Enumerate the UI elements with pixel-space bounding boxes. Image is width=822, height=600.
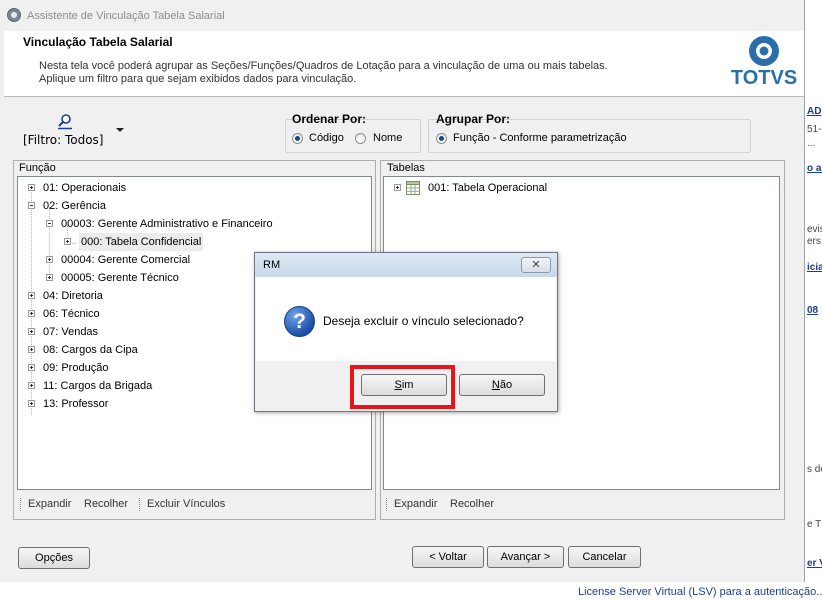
- opcoes-button[interactable]: Opções: [18, 547, 90, 569]
- expand-icon[interactable]: [28, 364, 35, 371]
- expand-icon[interactable]: [28, 328, 35, 335]
- expand-icon[interactable]: [28, 382, 35, 389]
- bg-text: 08: [807, 305, 819, 316]
- expand-icon[interactable]: [28, 184, 35, 191]
- page-title: Vinculação Tabela Salarial: [23, 35, 173, 49]
- table-icon: [406, 181, 420, 195]
- tree-item-label[interactable]: 11: Cargos da Brigada: [43, 377, 152, 395]
- expandir-link[interactable]: Expandir: [394, 498, 437, 510]
- bg-text: er V: [807, 558, 822, 569]
- tree-item-label[interactable]: 08: Cargos da Cipa: [43, 341, 138, 359]
- recolher-link[interactable]: Recolher: [450, 498, 494, 510]
- bg-text: 51-: [807, 124, 822, 135]
- collapse-icon[interactable]: [28, 202, 35, 209]
- header-panel: Vinculação Tabela Salarial Nesta tela vo…: [4, 31, 804, 97]
- bg-text: e T: [807, 519, 822, 530]
- separator: [20, 498, 21, 511]
- page-description: Aplique um filtro para que sejam exibido…: [39, 73, 357, 85]
- agrupar-title: Agrupar Por:: [436, 112, 511, 126]
- tree-item-label[interactable]: 09: Produção: [43, 359, 108, 377]
- bg-text: ...: [807, 138, 816, 149]
- bg-text: AD: [807, 106, 822, 117]
- recolher-link[interactable]: Recolher: [84, 498, 128, 510]
- expand-icon[interactable]: [28, 400, 35, 407]
- tree-item-label[interactable]: 07: Vendas: [43, 323, 98, 341]
- next-button[interactable]: Avançar >: [487, 546, 564, 568]
- expand-icon[interactable]: [46, 256, 53, 263]
- highlight-box: [350, 365, 455, 409]
- separator: [386, 498, 387, 511]
- dialog-message: Deseja excluir o vínculo selecionado?: [323, 314, 524, 328]
- expand-icon[interactable]: [28, 292, 35, 299]
- tree-item-label[interactable]: 00005: Gerente Técnico: [61, 269, 179, 287]
- radio-nome-label[interactable]: Nome: [373, 132, 402, 144]
- title-bar: Assistente de Vinculação Tabela Salarial: [0, 0, 804, 31]
- tabelas-panel-label: Tabelas: [387, 162, 425, 174]
- background-footer: License Server Virtual (LSV) para a aute…: [560, 582, 822, 600]
- window-title: Assistente de Vinculação Tabela Salarial: [27, 10, 225, 22]
- expand-icon[interactable]: [28, 346, 35, 353]
- chevron-down-icon[interactable]: [116, 128, 124, 132]
- tree-item-label[interactable]: 06: Técnico: [43, 305, 100, 323]
- expand-icon[interactable]: [64, 238, 71, 245]
- no-label: ão: [499, 379, 513, 391]
- collapse-icon[interactable]: [46, 220, 53, 227]
- confirm-dialog: RM ✕ ? Deseja excluir o vínculo selecion…: [254, 252, 558, 412]
- tree-item-label[interactable]: 00003: Gerente Administrativo e Financei…: [61, 215, 273, 233]
- dialog-title-bar: RM ✕: [255, 253, 557, 277]
- tree-item-label[interactable]: 001: Tabela Operacional: [428, 179, 547, 197]
- totvs-logo: TOTVS: [729, 35, 799, 93]
- tree-item-label[interactable]: 02: Gerência: [43, 197, 106, 215]
- radio-codigo[interactable]: [292, 133, 303, 144]
- excluir-vinculos-link[interactable]: Excluir Vínculos: [147, 498, 225, 510]
- expand-icon[interactable]: [46, 274, 53, 281]
- bg-text: ers.: [807, 236, 822, 247]
- no-mnemonic: N: [491, 379, 500, 391]
- cancel-button[interactable]: Cancelar: [568, 546, 641, 568]
- radio-codigo-label[interactable]: Código: [309, 132, 344, 144]
- expandir-link[interactable]: Expandir: [28, 498, 71, 510]
- bg-text: icia: [807, 262, 822, 273]
- bg-text: s de: [807, 464, 822, 475]
- ordenar-title: Ordenar Por:: [292, 112, 367, 126]
- question-icon: ?: [284, 306, 315, 337]
- expand-icon[interactable]: [394, 184, 401, 191]
- no-button[interactable]: Não: [459, 374, 545, 396]
- funcao-panel-label: Função: [19, 162, 56, 174]
- dialog-title: RM: [263, 259, 281, 271]
- tree-item-label[interactable]: 00004: Gerente Comercial: [61, 251, 190, 269]
- app-icon: [7, 8, 21, 22]
- dialog-body: ? Deseja excluir o vínculo selecionado?: [256, 277, 556, 361]
- radio-funcao[interactable]: [436, 133, 447, 144]
- bg-bottom-link[interactable]: License Server Virtual (LSV) para a aute…: [578, 586, 822, 598]
- close-icon[interactable]: ✕: [521, 257, 551, 273]
- tree-item-label[interactable]: 000: Tabela Confidencial: [79, 233, 204, 251]
- filter-label[interactable]: [Filtro: Todos]: [23, 133, 103, 147]
- background-page: AD 51- ... o ac evis ers. icia 08 s de e…: [805, 0, 822, 600]
- totvs-logo-icon: [749, 36, 779, 66]
- tree-item-label[interactable]: 01: Operacionais: [43, 179, 126, 197]
- filter-icon[interactable]: [58, 114, 72, 130]
- tree-item-label[interactable]: 04: Diretoria: [43, 287, 103, 305]
- radio-funcao-label[interactable]: Função - Conforme parametrização: [453, 132, 627, 144]
- logo-text: TOTVS: [730, 67, 798, 89]
- bg-text: evis: [807, 224, 822, 235]
- separator: [139, 498, 140, 511]
- tree-item-label[interactable]: 13: Professor: [43, 395, 108, 413]
- radio-nome[interactable]: [355, 133, 366, 144]
- page-description: Nesta tela você poderá agrupar as Seções…: [39, 60, 608, 72]
- expand-icon[interactable]: [28, 310, 35, 317]
- bg-text: o ac: [807, 163, 822, 174]
- back-button[interactable]: < Voltar: [412, 546, 484, 568]
